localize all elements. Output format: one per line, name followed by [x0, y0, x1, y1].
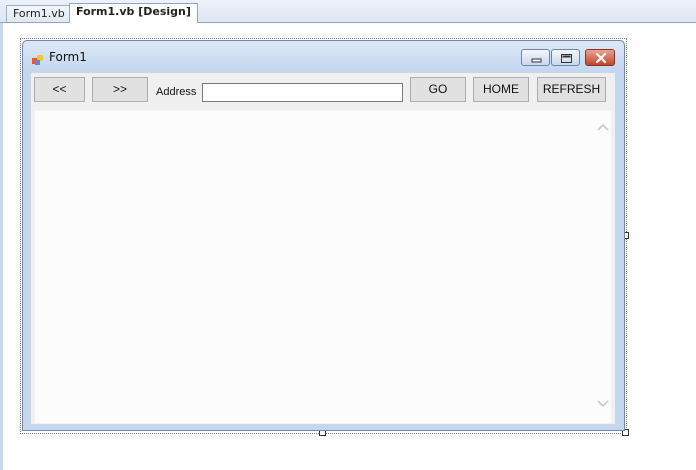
home-button[interactable]: HOME — [473, 77, 529, 102]
scroll-up-icon[interactable] — [597, 122, 609, 132]
close-button[interactable] — [585, 49, 615, 66]
scroll-down-icon[interactable] — [597, 399, 609, 409]
maximize-icon — [561, 54, 572, 63]
form-window[interactable]: Form1 << >> Address GO HOME REFRESH — [22, 40, 625, 431]
form-client-area: << >> Address GO HOME REFRESH — [31, 73, 615, 424]
address-label: Address — [156, 86, 197, 98]
form-app-icon — [32, 51, 44, 65]
minimize-button[interactable] — [521, 49, 550, 66]
minimize-icon — [531, 58, 542, 63]
refresh-button[interactable]: REFRESH — [537, 77, 606, 102]
navigation-toolbar: << >> Address GO HOME REFRESH — [31, 73, 615, 109]
go-button[interactable]: GO — [410, 77, 466, 102]
address-input[interactable] — [202, 83, 403, 102]
tab-form1-design[interactable]: Form1.vb [Design] — [69, 3, 198, 23]
back-button[interactable]: << — [34, 77, 85, 102]
web-browser-control[interactable] — [34, 110, 612, 424]
document-tab-strip: Form1.vb Form1.vb [Design] — [0, 0, 696, 23]
form-title: Form1 — [49, 50, 87, 64]
close-icon — [595, 52, 607, 64]
maximize-button[interactable] — [551, 49, 580, 66]
tab-form1-code[interactable]: Form1.vb — [6, 5, 72, 22]
form-titlebar[interactable]: Form1 — [23, 41, 624, 71]
forward-button[interactable]: >> — [92, 77, 148, 102]
